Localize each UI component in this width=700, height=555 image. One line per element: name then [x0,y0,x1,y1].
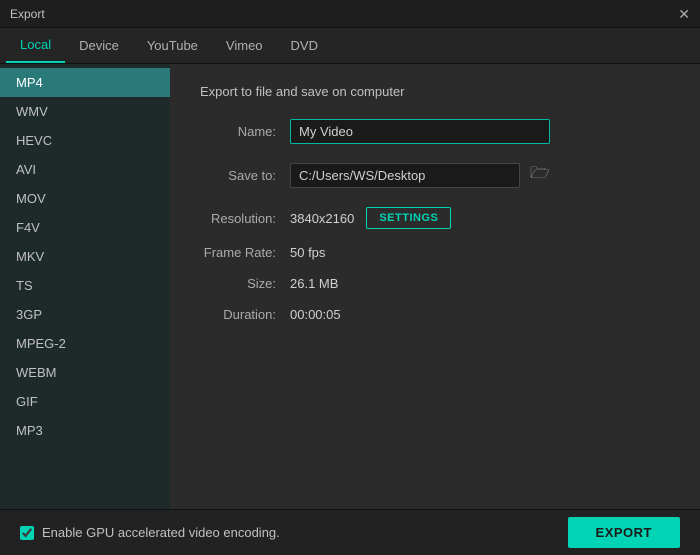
browse-folder-button[interactable]: 🗁 [526,160,554,191]
size-label: Size: [200,276,290,291]
size-row: Size: 26.1 MB [200,276,670,291]
footer: Enable GPU accelerated video encoding. E… [0,509,700,555]
tab-local[interactable]: Local [6,28,65,63]
save-to-row: Save to: 🗁 [200,160,670,191]
content-area: MP4WMVHEVCAVIMOVF4VMKVTS3GPMPEG-2WEBMGIF… [0,64,700,509]
frame-rate-value: 50 fps [290,245,325,260]
frame-rate-label: Frame Rate: [200,245,290,260]
name-input[interactable] [290,119,550,144]
tab-device[interactable]: Device [65,28,133,63]
tab-vimeo[interactable]: Vimeo [212,28,277,63]
sidebar-item-mpeg2[interactable]: MPEG-2 [0,329,170,358]
sidebar-item-hevc[interactable]: HEVC [0,126,170,155]
duration-label: Duration: [200,307,290,322]
sidebar-item-mkv[interactable]: MKV [0,242,170,271]
tabs-bar: Local Device YouTube Vimeo DVD [0,28,700,64]
sidebar-item-gif[interactable]: GIF [0,387,170,416]
sidebar-item-avi[interactable]: AVI [0,155,170,184]
sidebar-item-3gp[interactable]: 3GP [0,300,170,329]
settings-button[interactable]: SETTINGS [366,207,451,229]
save-to-container: 🗁 [290,160,554,191]
name-row: Name: [200,119,670,144]
resolution-label: Resolution: [200,211,290,226]
gpu-encoding-label[interactable]: Enable GPU accelerated video encoding. [20,525,280,540]
gpu-encoding-text: Enable GPU accelerated video encoding. [42,525,280,540]
tab-dvd[interactable]: DVD [277,28,332,63]
size-value: 26.1 MB [290,276,338,291]
resolution-value: 3840x2160 [290,211,354,226]
duration-row: Duration: 00:00:05 [200,307,670,322]
resolution-container: 3840x2160 SETTINGS [290,207,451,229]
sidebar-item-mp4[interactable]: MP4 [0,68,170,97]
sidebar-item-ts[interactable]: TS [0,271,170,300]
export-button[interactable]: EXPORT [568,517,680,548]
format-sidebar: MP4WMVHEVCAVIMOVF4VMKVTS3GPMPEG-2WEBMGIF… [0,64,170,509]
sidebar-item-f4v[interactable]: F4V [0,213,170,242]
frame-rate-row: Frame Rate: 50 fps [200,245,670,260]
export-settings-panel: Export to file and save on computer Name… [170,64,700,509]
title-bar: Export ✕ [0,0,700,28]
tab-youtube[interactable]: YouTube [133,28,212,63]
save-path-input[interactable] [290,163,520,188]
resolution-row: Resolution: 3840x2160 SETTINGS [200,207,670,229]
gpu-encoding-checkbox[interactable] [20,526,34,540]
sidebar-item-webm[interactable]: WEBM [0,358,170,387]
window-title: Export [10,7,45,21]
sidebar-item-mov[interactable]: MOV [0,184,170,213]
name-label: Name: [200,124,290,139]
duration-value: 00:00:05 [290,307,341,322]
save-to-label: Save to: [200,168,290,183]
sidebar-item-mp3[interactable]: MP3 [0,416,170,445]
panel-title: Export to file and save on computer [200,84,670,99]
sidebar-item-wmv[interactable]: WMV [0,97,170,126]
close-button[interactable]: ✕ [678,7,690,21]
